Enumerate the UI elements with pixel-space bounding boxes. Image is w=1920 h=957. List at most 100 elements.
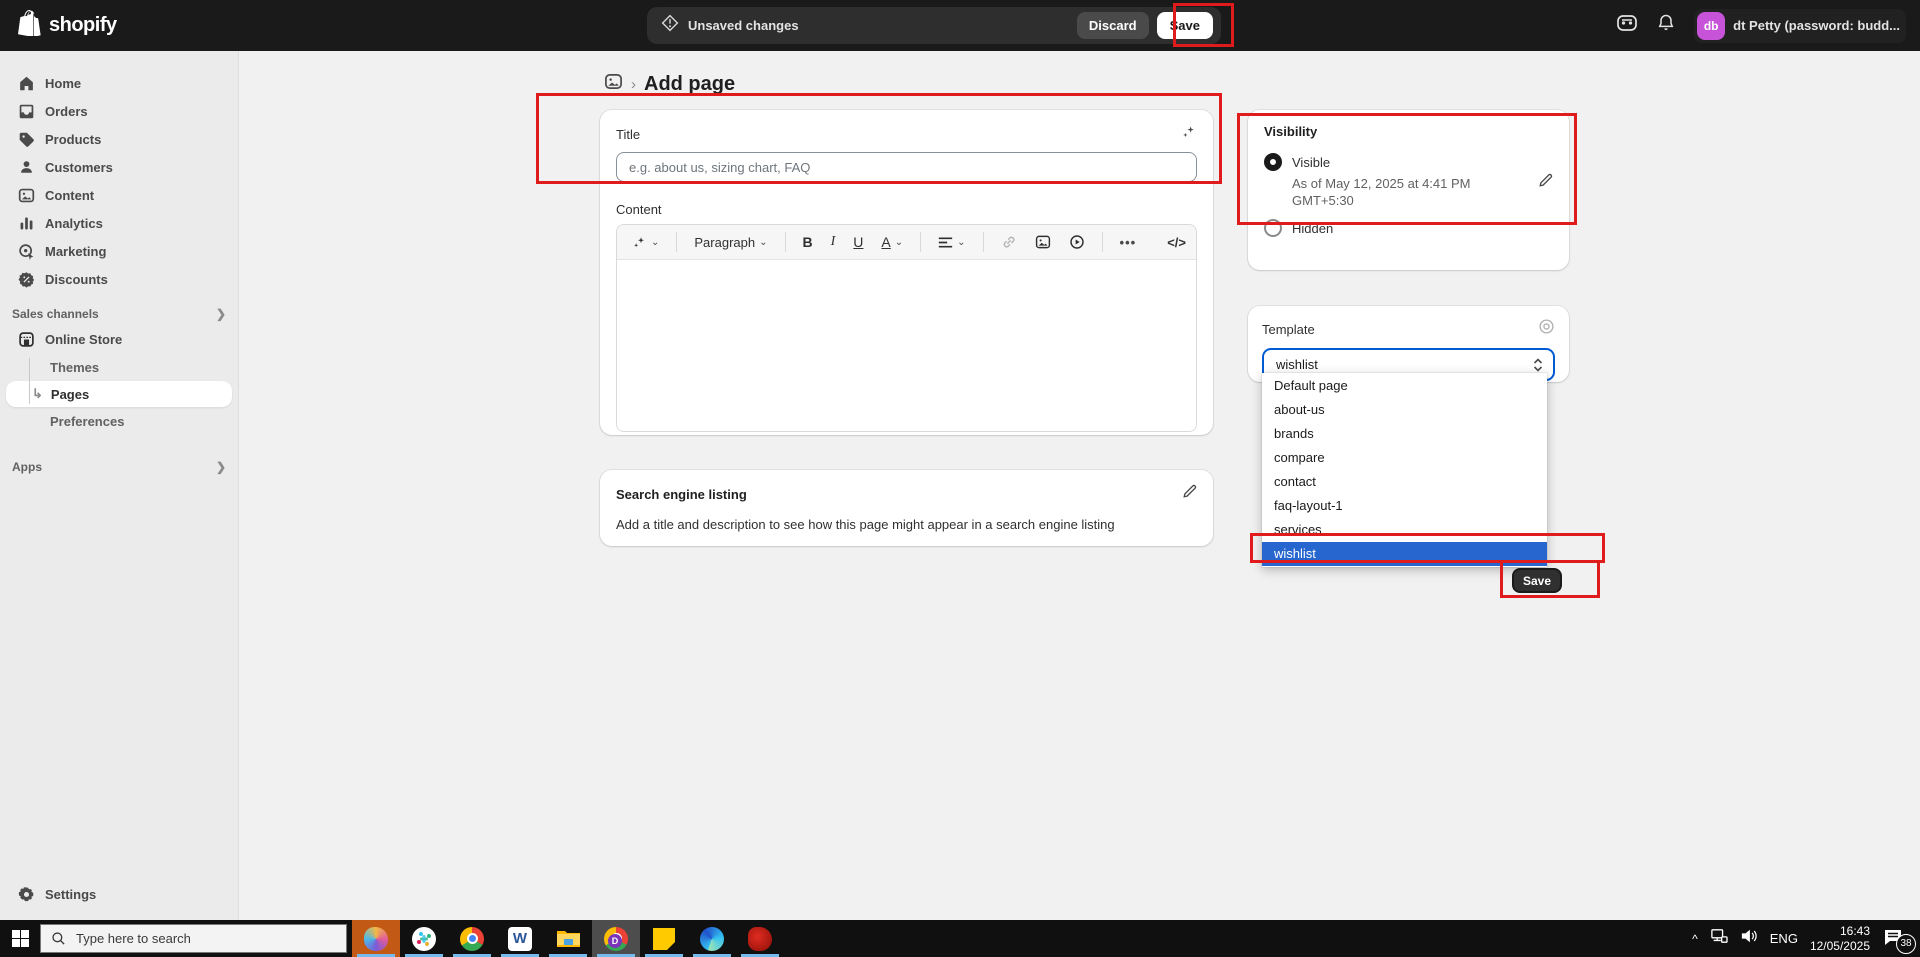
taskbar-slack-icon[interactable] — [400, 920, 448, 957]
avatar: db — [1697, 12, 1725, 40]
notifications-bell-icon[interactable] — [1656, 13, 1676, 38]
start-button[interactable] — [0, 920, 40, 957]
language-indicator[interactable]: ENG — [1770, 931, 1798, 946]
insert-video-button[interactable] — [1064, 230, 1090, 254]
caret-down-icon: ⌄ — [651, 237, 659, 248]
more-options-button[interactable]: ••• — [1115, 231, 1142, 254]
taskbar-sticky-notes-icon[interactable] — [640, 920, 688, 957]
edit-visibility-pencil-icon[interactable] — [1538, 173, 1553, 193]
sidebar-item-orders[interactable]: Orders — [6, 97, 232, 125]
caret-down-icon: ⌄ — [759, 237, 767, 248]
caret-down-icon: ⌄ — [957, 237, 965, 248]
shopify-wordmark: shopify — [49, 14, 117, 37]
sidebar-item-content[interactable]: Content — [6, 181, 232, 209]
underline-button[interactable]: U — [848, 230, 868, 254]
analytics-icon — [18, 215, 35, 232]
account-menu[interactable]: db dt Petty (password: budd... — [1694, 9, 1906, 43]
taskbar-app-icons: W D — [352, 920, 784, 957]
taskbar-chrome-icon[interactable] — [448, 920, 496, 957]
template-title: Template — [1262, 322, 1315, 337]
dropdown-option-services[interactable]: services — [1262, 518, 1547, 542]
tray-expand-chevron[interactable]: ^ — [1692, 932, 1698, 946]
template-selected-value: wishlist — [1276, 357, 1318, 372]
dropdown-option-wishlist-highlighted[interactable]: wishlist — [1262, 542, 1547, 566]
sidebar-item-themes[interactable]: Themes — [6, 354, 232, 380]
magic-sparkle-icon[interactable] — [1181, 124, 1197, 145]
ai-magic-button[interactable]: ⌄ — [627, 231, 664, 254]
sidebar-item-label: Discounts — [45, 272, 108, 287]
dropdown-option-default-page[interactable]: Default page — [1262, 374, 1547, 398]
shopify-admin-add-page: shopify Unsaved changes Discard Save db … — [0, 0, 1920, 957]
sidebar-item-products[interactable]: Products — [6, 125, 232, 153]
link-button[interactable] — [996, 230, 1022, 254]
sparkle-icon — [632, 235, 647, 250]
taskbar-search[interactable]: Type here to search — [40, 924, 347, 953]
text-color-button[interactable]: A ⌄ — [876, 230, 908, 254]
page-details-card: Title Content ⌄ Paragraph ⌄ B I — [600, 110, 1213, 435]
hidden-radio-row[interactable]: Hidden — [1264, 219, 1553, 237]
sidebar-item-label: Customers — [45, 160, 113, 175]
dropdown-option-brands[interactable]: brands — [1262, 422, 1547, 446]
taskbar-copilot-icon[interactable] — [352, 920, 400, 957]
edit-pencil-icon[interactable] — [1182, 484, 1197, 504]
taskbar-time: 16:43 — [1810, 924, 1870, 939]
taskbar-edge-icon[interactable] — [688, 920, 736, 957]
dropdown-option-compare[interactable]: compare — [1262, 446, 1547, 470]
hidden-label: Hidden — [1292, 221, 1333, 236]
sidebar-item-analytics[interactable]: Analytics — [6, 209, 232, 237]
dropdown-option-faq-layout-1[interactable]: faq-layout-1 — [1262, 494, 1547, 518]
sidebar-item-discounts[interactable]: Discounts — [6, 265, 232, 293]
preview-eye-icon[interactable] — [1538, 318, 1555, 340]
notification-count-badge: 38 — [1896, 934, 1916, 954]
visible-label: Visible — [1292, 155, 1330, 170]
editor-content-area[interactable] — [617, 260, 1196, 432]
sidebar-item-pages[interactable]: ↳ Pages — [6, 381, 232, 407]
discard-button[interactable]: Discard — [1077, 12, 1149, 39]
visible-radio-row[interactable]: Visible — [1264, 153, 1553, 171]
paragraph-label: Paragraph — [694, 235, 755, 250]
customers-icon — [18, 159, 35, 176]
alignment-dropdown[interactable]: ⌄ — [933, 232, 970, 253]
topbar-right: db dt Petty (password: budd... — [1616, 0, 1906, 51]
network-icon[interactable] — [1710, 928, 1728, 949]
breadcrumb-chevron: › — [631, 76, 636, 93]
sales-channels-header[interactable]: Sales channels ❯ — [12, 307, 226, 321]
action-center-icon[interactable]: 38 — [1882, 927, 1912, 951]
taskbar-chrome-profile-icon[interactable]: D — [592, 920, 640, 957]
paragraph-style-dropdown[interactable]: Paragraph ⌄ — [689, 231, 772, 254]
title-input[interactable] — [616, 152, 1197, 182]
select-chevrons-icon — [1533, 358, 1543, 372]
taskbar-file-explorer-icon[interactable] — [544, 920, 592, 957]
shopify-logo[interactable]: shopify — [18, 10, 117, 41]
sidebar-item-marketing[interactable]: Marketing — [6, 237, 232, 265]
dropdown-option-contact[interactable]: contact — [1262, 470, 1547, 494]
bold-button[interactable]: B — [798, 230, 818, 254]
save-button-top[interactable]: Save — [1157, 12, 1213, 39]
show-html-button[interactable]: </> — [1167, 235, 1186, 250]
orders-icon — [18, 103, 35, 120]
save-button-bottom[interactable]: Save — [1512, 568, 1562, 593]
chevron-right-icon: ❯ — [216, 307, 226, 321]
seo-title: Search engine listing — [616, 487, 747, 502]
dropdown-option-about-us[interactable]: about-us — [1262, 398, 1547, 422]
taskbar-word-icon[interactable]: W — [496, 920, 544, 957]
sidebar-item-label: Orders — [45, 104, 88, 119]
volume-icon[interactable] — [1740, 928, 1758, 949]
sidebar-item-home[interactable]: Home — [6, 69, 232, 97]
home-icon — [18, 75, 35, 92]
sidebar-item-customers[interactable]: Customers — [6, 153, 232, 181]
taskbar-red-app-icon[interactable] — [736, 920, 784, 957]
insert-image-button[interactable] — [1030, 230, 1056, 254]
apps-header[interactable]: Apps ❯ — [12, 460, 226, 474]
image-icon — [1035, 234, 1051, 250]
apps-label: Apps — [12, 460, 42, 474]
sidebar-item-settings[interactable]: Settings — [6, 880, 233, 908]
products-tag-icon — [18, 131, 35, 148]
italic-button[interactable]: I — [826, 230, 841, 254]
sidebar-item-preferences[interactable]: Preferences — [6, 408, 232, 434]
sidebar-item-online-store[interactable]: Online Store — [6, 325, 232, 353]
pages-breadcrumb-icon[interactable] — [604, 72, 623, 96]
radio-unselected-icon — [1264, 219, 1282, 237]
store-preview-icon[interactable] — [1616, 12, 1638, 39]
taskbar-clock[interactable]: 16:43 12/05/2025 — [1810, 924, 1870, 954]
